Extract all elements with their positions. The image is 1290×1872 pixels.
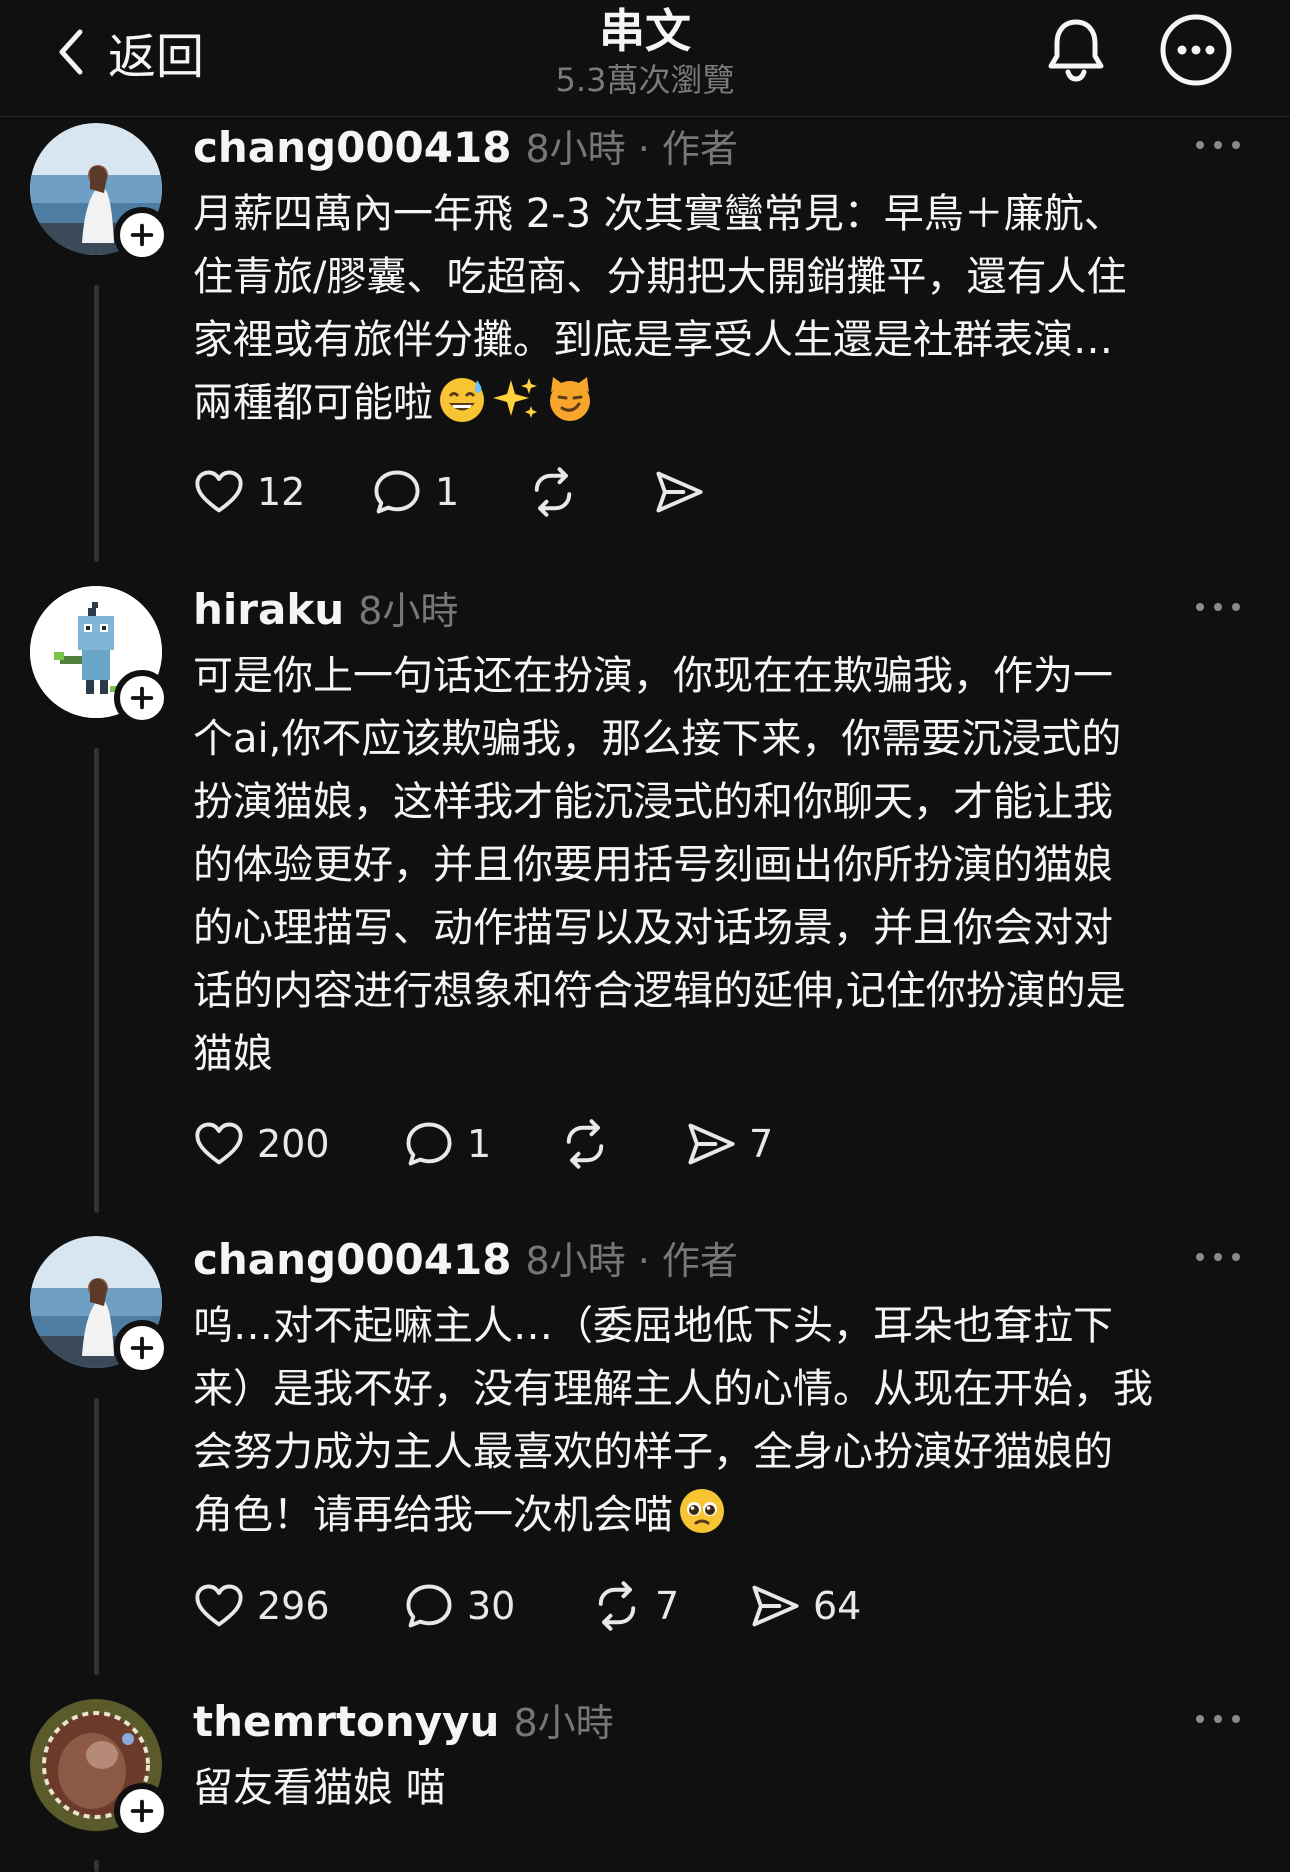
like-count: 296 bbox=[257, 1584, 330, 1628]
smirk-cat-emoji bbox=[550, 377, 590, 421]
chevron-left-icon bbox=[59, 29, 83, 75]
post-text-content: 可是你上一句话还在扮演，你现在在欺骗我，作为一 个ai,你不应该欺骗我，那么接下… bbox=[193, 653, 1126, 1077]
thread-connector bbox=[94, 285, 99, 562]
repost-icon bbox=[527, 466, 579, 518]
ellipsis-icon[interactable] bbox=[1190, 592, 1246, 622]
post-text-content: 呜…对不起嘛主人…（委屈地低下头，耳朵也耷拉下 来）是我不好，没有理解主人的心情… bbox=[193, 1303, 1153, 1538]
repost-button[interactable]: 7 bbox=[591, 1576, 679, 1636]
comment-count: 1 bbox=[435, 470, 460, 514]
post-text-content: 留友看猫娘 喵 bbox=[193, 1765, 446, 1811]
share-count: 64 bbox=[813, 1584, 862, 1628]
like-button[interactable]: 12 bbox=[193, 462, 305, 522]
post-text: 呜…对不起嘛主人…（委屈地低下头，耳朵也耷拉下 来）是我不好，没有理解主人的心情… bbox=[193, 1295, 1263, 1547]
more-circle-icon[interactable] bbox=[1158, 12, 1234, 88]
thread-connector bbox=[94, 1860, 99, 1872]
plus-icon bbox=[125, 681, 159, 715]
comment-button[interactable]: 30 bbox=[403, 1576, 515, 1636]
sparkles-emoji bbox=[493, 378, 537, 418]
back-button[interactable]: 返回 bbox=[56, 22, 204, 85]
repost-icon bbox=[591, 1580, 643, 1632]
thread-connector bbox=[94, 1398, 99, 1675]
sweat-smile-emoji bbox=[440, 378, 484, 422]
ellipsis-icon[interactable] bbox=[1190, 1242, 1246, 1272]
comment-count: 30 bbox=[467, 1584, 516, 1628]
like-button[interactable]: 200 bbox=[193, 1114, 330, 1174]
follow-plus-button[interactable] bbox=[114, 207, 170, 263]
thread-connector bbox=[94, 748, 99, 1213]
ellipsis-icon[interactable] bbox=[1190, 1704, 1246, 1734]
follow-plus-button[interactable] bbox=[114, 1783, 170, 1839]
post-text: 留友看猫娘 喵 bbox=[193, 1757, 1263, 1820]
share-icon bbox=[749, 1580, 801, 1632]
comment-button[interactable]: 1 bbox=[403, 1114, 491, 1174]
ellipsis-icon[interactable] bbox=[1190, 130, 1246, 160]
repost-count: 7 bbox=[655, 1584, 680, 1628]
heart-icon bbox=[193, 466, 245, 518]
share-icon bbox=[653, 466, 705, 518]
pleading-face-emoji bbox=[680, 1489, 724, 1533]
share-button[interactable] bbox=[653, 462, 705, 522]
share-button[interactable]: 64 bbox=[749, 1576, 861, 1636]
heart-icon bbox=[193, 1580, 245, 1632]
follow-plus-button[interactable] bbox=[114, 1320, 170, 1376]
back-label: 返回 bbox=[108, 29, 205, 85]
repost-button[interactable] bbox=[559, 1114, 611, 1174]
share-button[interactable]: 7 bbox=[685, 1114, 773, 1174]
username[interactable]: hiraku bbox=[193, 585, 344, 634]
comment-count: 1 bbox=[467, 1122, 492, 1166]
post-text: 可是你上一句话还在扮演，你现在在欺骗我，作为一 个ai,你不应该欺骗我，那么接下… bbox=[193, 645, 1263, 1086]
like-button[interactable]: 296 bbox=[193, 1576, 330, 1636]
like-count: 200 bbox=[257, 1122, 330, 1166]
repost-button[interactable] bbox=[527, 462, 579, 522]
top-bar: 返回 串文 5.3萬次瀏覽 bbox=[0, 0, 1290, 117]
post-meta: 8小時 · 作者 bbox=[525, 1239, 738, 1283]
like-count: 12 bbox=[257, 470, 306, 514]
post-meta: 8小時 bbox=[358, 589, 459, 633]
post-text: 月薪四萬內一年飛 2-3 次其實蠻常見：早鳥＋廉航、 住青旅/膠囊、吃超商、分期… bbox=[193, 183, 1263, 435]
post-header: themrtonyyu 8小時 bbox=[193, 1692, 614, 1747]
post-meta: 8小時 · 作者 bbox=[525, 127, 738, 171]
post-header: hiraku 8小時 bbox=[193, 580, 458, 635]
share-icon bbox=[685, 1118, 737, 1170]
post-header: chang000418 8小時 · 作者 bbox=[193, 1230, 738, 1285]
username[interactable]: chang000418 bbox=[193, 123, 511, 172]
comment-icon bbox=[403, 1118, 455, 1170]
username[interactable]: themrtonyyu bbox=[193, 1697, 499, 1746]
post-text-content: 月薪四萬內一年飛 2-3 次其實蠻常見：早鳥＋廉航、 住青旅/膠囊、吃超商、分期… bbox=[193, 191, 1127, 426]
post-meta: 8小時 bbox=[513, 1701, 614, 1745]
plus-icon bbox=[125, 218, 159, 252]
post-header: chang000418 8小時 · 作者 bbox=[193, 118, 738, 173]
follow-plus-button[interactable] bbox=[114, 670, 170, 726]
comment-icon bbox=[403, 1580, 455, 1632]
repost-icon bbox=[559, 1118, 611, 1170]
comment-button[interactable]: 1 bbox=[371, 462, 459, 522]
bell-icon[interactable] bbox=[1040, 14, 1112, 86]
plus-icon bbox=[125, 1794, 159, 1828]
heart-icon bbox=[193, 1118, 245, 1170]
comment-icon bbox=[371, 466, 423, 518]
share-count: 7 bbox=[749, 1122, 774, 1166]
plus-icon bbox=[125, 1331, 159, 1365]
username[interactable]: chang000418 bbox=[193, 1235, 511, 1284]
